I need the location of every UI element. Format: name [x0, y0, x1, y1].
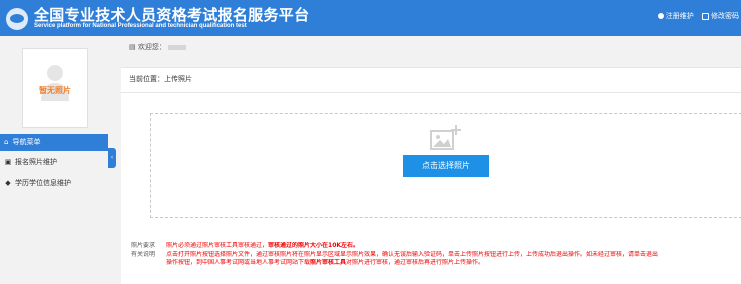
divider — [121, 92, 741, 93]
header-links: 注册维护 修改密码 — [652, 11, 739, 21]
breadcrumb: 当前位置：上传照片 — [129, 75, 192, 83]
photo-size-text: 审核通过的照片大小在10K左右。 — [268, 242, 360, 249]
info-circle-icon — [657, 13, 664, 19]
graduation-cap-icon: ◆ — [5, 179, 11, 187]
avatar-photo-placeholder: 暂无照片 — [22, 48, 88, 128]
home-icon: ⌂ — [4, 138, 9, 146]
photo-requirement-label: 照片要求 — [131, 242, 156, 249]
sidebar-item-photo-maintain[interactable]: ▣ 报名照片维护 — [4, 155, 108, 169]
sidebar-collapse-toggle[interactable]: ‹ — [108, 148, 116, 168]
edit-icon — [702, 12, 709, 20]
platform-title: 全国专业技术人员资格考试报名服务平台 — [34, 6, 310, 24]
add-image-icon — [430, 125, 461, 150]
select-photo-button[interactable]: 点击选择照片 — [403, 155, 489, 177]
change-password-link[interactable]: 修改密码 — [702, 12, 739, 20]
top-header: 全国专业技术人员资格考试报名服务平台 Service platform for … — [0, 0, 741, 36]
upload-panel: 当前位置：上传照片 点击选择照片 照片要求 照片必须通过照片审核工具审核通过，审核… — [121, 67, 741, 284]
sidebar-item-education-maintain[interactable]: ◆ 学历学位信息维护 — [4, 176, 108, 190]
platform-subtitle: Service platform for National Profession… — [34, 23, 247, 29]
photo-requirement-text: 照片必须通过照片审核工具审核通过， — [166, 242, 269, 249]
username-redacted — [167, 44, 186, 50]
nav-menu-header: ⌂ 导航菜单 — [0, 134, 108, 151]
notes-label: 有关说明 — [131, 250, 156, 258]
notes-text: 点击打开照片按钮选择照片文件，通过审核照片将在照片显示区域显示照片效果，确认无误… — [166, 250, 659, 258]
notes-text-end: 对照片进行审核，通过审核后再进行照片上传操作。 — [346, 259, 485, 267]
no-photo-label: 暂无照片 — [39, 86, 71, 95]
bank-icon: ▤ — [129, 43, 136, 51]
upload-instructions: 照片要求 照片必须通过照片审核工具审核通过，审核通过的照片大小在10K左右。 有关… — [131, 242, 741, 268]
image-icon: ▣ — [4, 158, 12, 166]
logo-icon — [6, 8, 28, 30]
audit-tool-link[interactable]: 照片审核工具 — [310, 259, 346, 266]
register-maintain-link[interactable]: 注册维护 — [657, 12, 694, 20]
notes-text-cont: 操作按钮，到中国人事考试网或当地人事考试网站下载 — [166, 259, 311, 267]
welcome-text: ▤ 欢迎您： — [129, 42, 186, 52]
sidebar: 暂无照片 ⌂ 导航菜单 ▣ 报名照片维护 ◆ 学历学位信息维护 — [0, 36, 108, 283]
